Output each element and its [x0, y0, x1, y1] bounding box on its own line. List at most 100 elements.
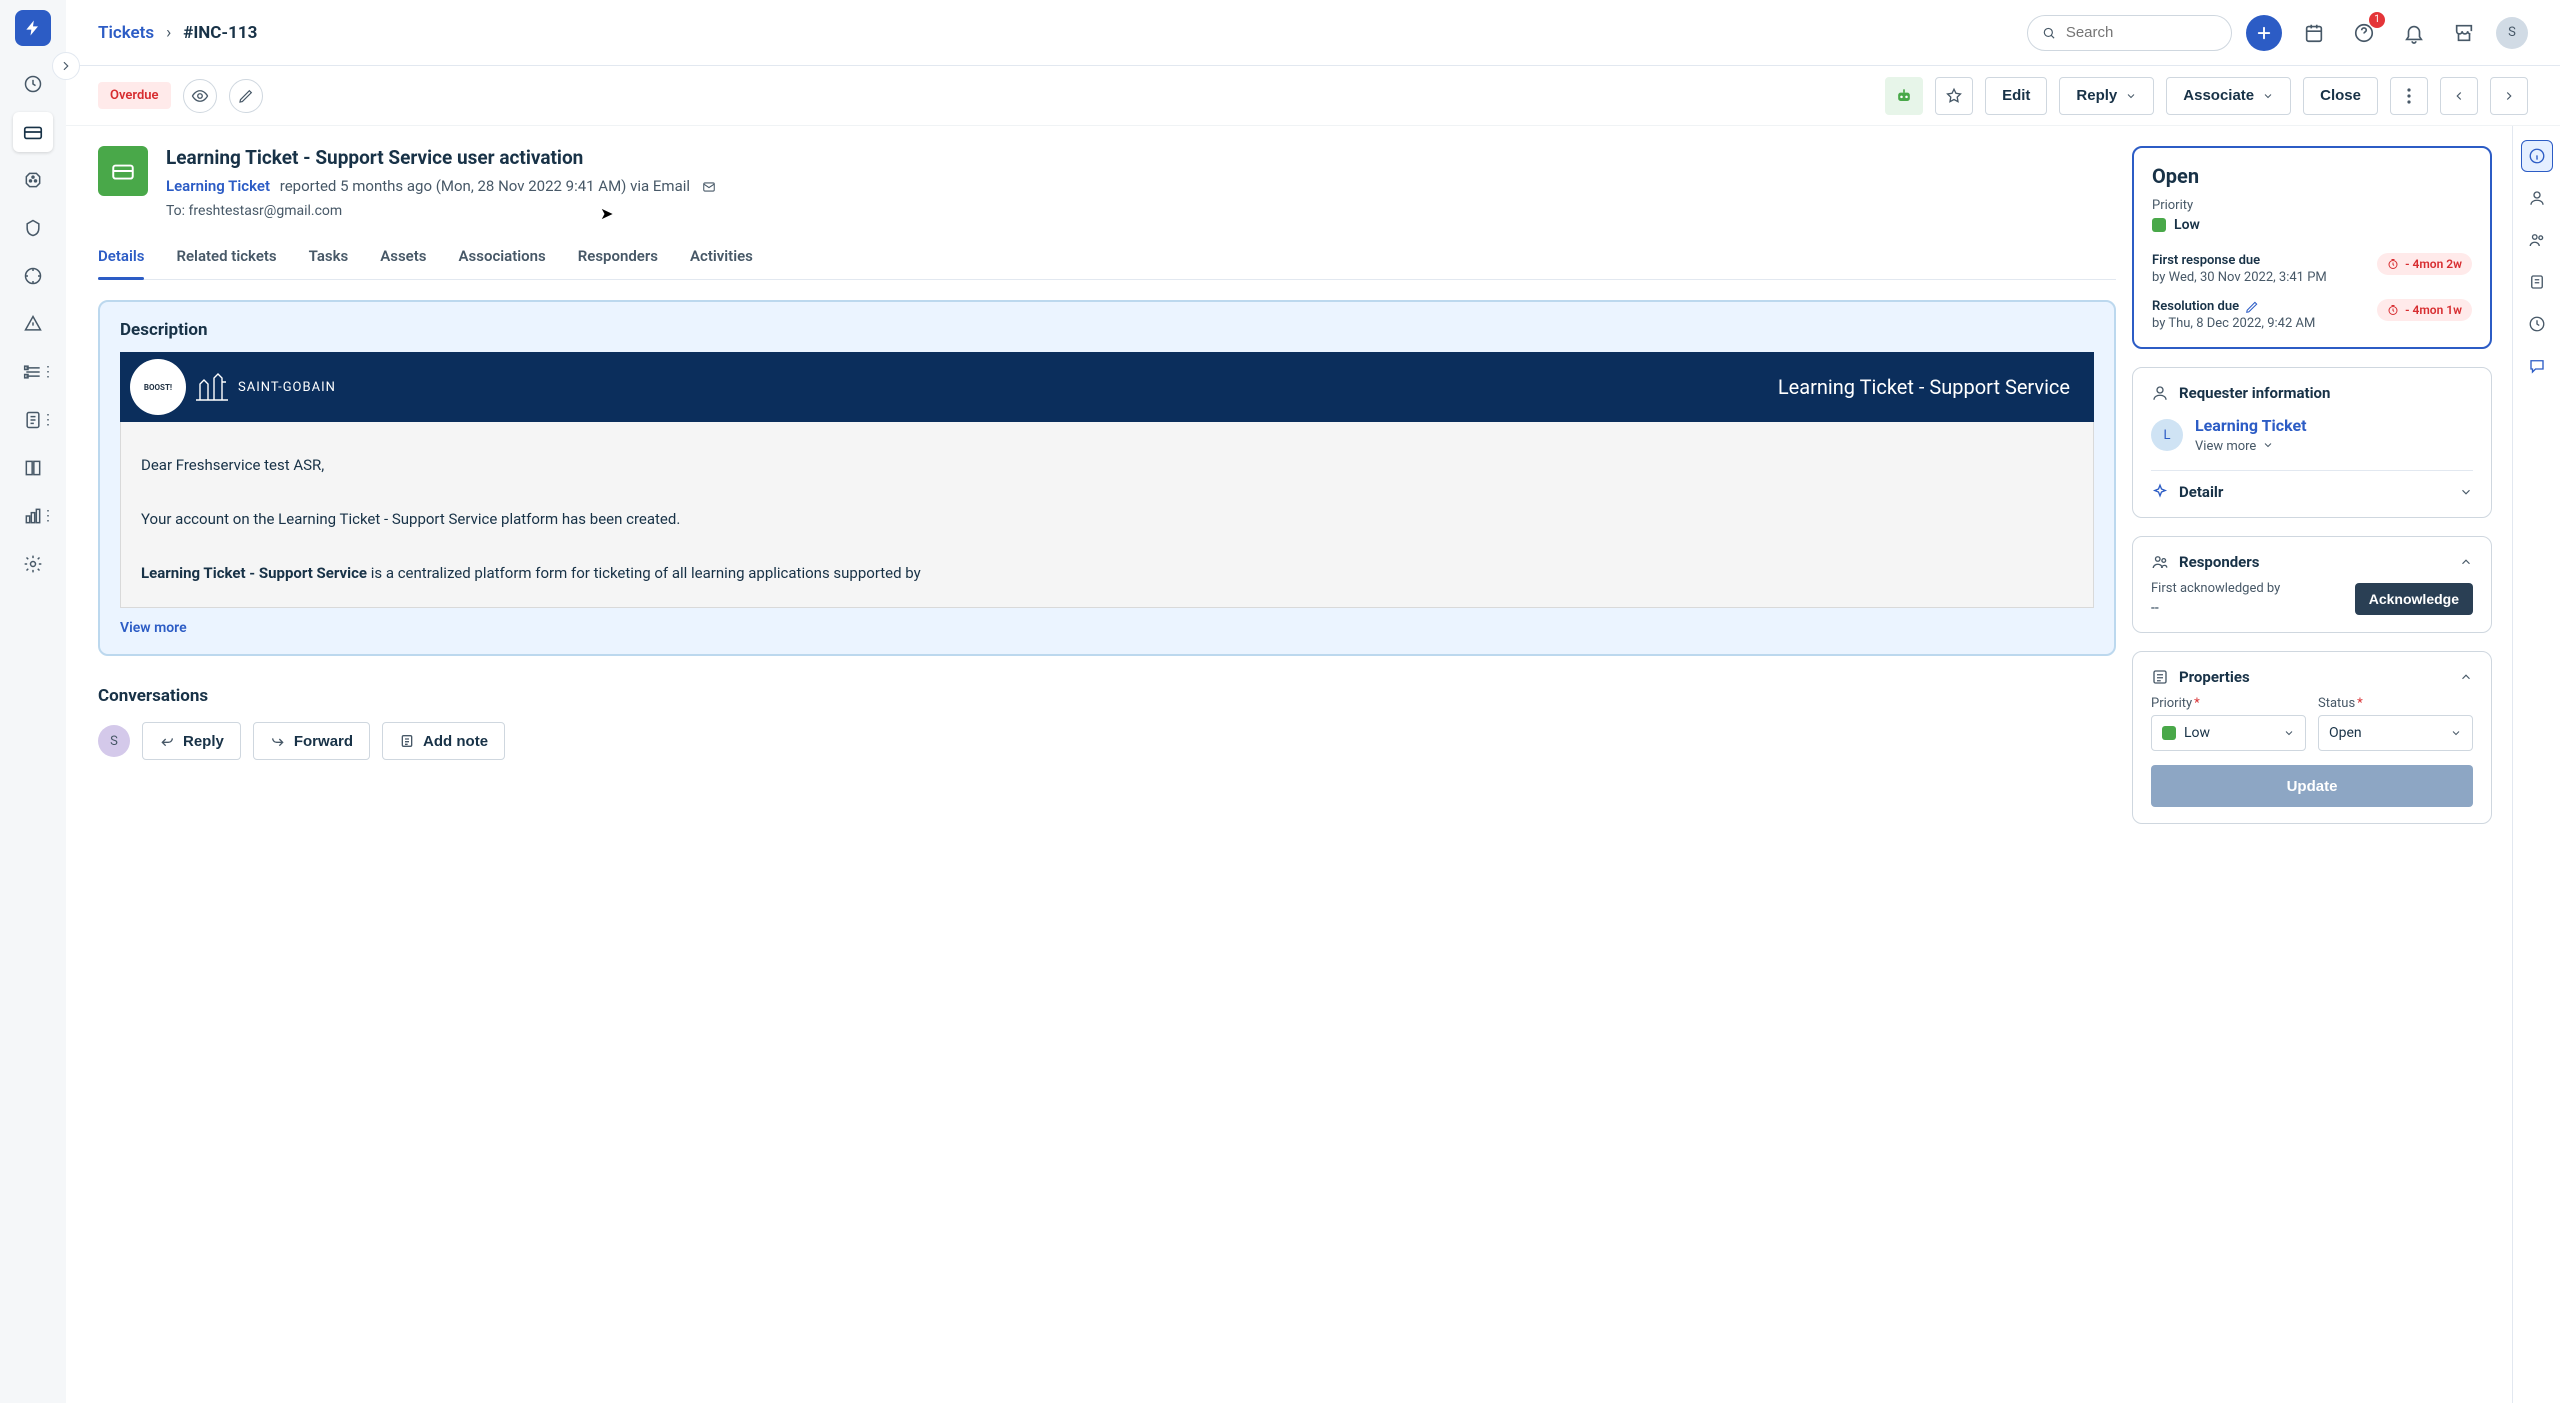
first-ack-value: -- — [2151, 600, 2280, 616]
conv-reply-button[interactable]: Reply — [142, 722, 241, 760]
watch-button[interactable] — [183, 79, 217, 113]
view-more-description[interactable]: View more — [120, 620, 187, 636]
nav-contracts[interactable]: ⋮ — [13, 400, 53, 440]
chevron-up-icon[interactable] — [2459, 670, 2473, 684]
resolution-label: Resolution due — [2152, 299, 2239, 314]
nav-problems[interactable] — [13, 160, 53, 200]
edit-icon-button[interactable] — [229, 79, 263, 113]
detail-row[interactable]: Detailr — [2151, 470, 2473, 501]
first-response-value: by Wed, 30 Nov 2022, 3:41 PM — [2152, 270, 2327, 285]
rail-contact-button[interactable] — [2521, 182, 2553, 214]
tab-responders[interactable]: Responders — [578, 239, 658, 279]
group-icon — [2151, 553, 2169, 571]
boost-logo: BOOST! — [130, 359, 186, 415]
sparkle-icon — [2151, 483, 2169, 501]
breadcrumb-root[interactable]: Tickets — [98, 23, 154, 43]
nav-admin[interactable] — [13, 544, 53, 584]
freddy-button[interactable] — [1885, 77, 1923, 115]
status-value: Open — [2152, 164, 2472, 188]
star-button[interactable] — [1935, 77, 1973, 115]
resolution-value: by Thu, 8 Dec 2022, 9:42 AM — [2152, 316, 2315, 331]
prop-status-label: Status — [2318, 696, 2355, 711]
tab-assets[interactable]: Assets — [380, 239, 426, 279]
first-ack-label: First acknowledged by — [2151, 581, 2280, 596]
nav-changes[interactable] — [13, 208, 53, 248]
user-icon — [2151, 384, 2169, 402]
search-input[interactable] — [2066, 24, 2217, 41]
nav-tickets[interactable] — [13, 112, 53, 152]
prop-priority-label: Priority — [2151, 696, 2192, 711]
help-badge: 1 — [2369, 12, 2385, 28]
email-line1: Your account on the Learning Ticket - Su… — [141, 506, 2073, 533]
top-bar: Tickets › #INC-113 1 S — [66, 0, 2560, 66]
nav-reports[interactable]: ⋮ — [13, 496, 53, 536]
search-icon — [2042, 25, 2056, 41]
properties-card: Properties Priority* Low Status* Open — [2132, 651, 2492, 824]
conversation-actions: S Reply Forward Add note — [98, 722, 2116, 760]
conv-avatar: S — [98, 725, 130, 757]
requester-link[interactable]: Learning Ticket — [166, 177, 270, 195]
close-button[interactable]: Close — [2303, 77, 2378, 115]
responders-heading: Responders — [2179, 553, 2259, 571]
banner-title: Learning Ticket - Support Service — [1778, 375, 2070, 399]
nav-alerts[interactable] — [13, 304, 53, 344]
requester-view-more[interactable]: View more — [2195, 439, 2274, 454]
tab-related-tickets[interactable]: Related tickets — [176, 239, 276, 279]
marketplace-icon[interactable] — [2446, 15, 2482, 51]
chevron-up-icon[interactable] — [2459, 555, 2473, 569]
requester-avatar: L — [2151, 419, 2183, 451]
rail-chat-button[interactable] — [2521, 350, 2553, 382]
reply-button[interactable]: Reply — [2059, 77, 2154, 115]
first-response-overdue: - 4mon 2w — [2377, 253, 2472, 275]
new-button[interactable] — [2246, 15, 2282, 51]
prev-ticket-button[interactable] — [2440, 77, 2478, 115]
breadcrumb-current: #INC-113 — [183, 23, 257, 43]
tab-associations[interactable]: Associations — [459, 239, 546, 279]
more-actions-button[interactable] — [2390, 77, 2428, 115]
rail-group-button[interactable] — [2521, 224, 2553, 256]
nav-releases[interactable] — [13, 256, 53, 296]
tab-tasks[interactable]: Tasks — [309, 239, 349, 279]
update-button[interactable]: Update — [2151, 765, 2473, 807]
chevron-right-icon: › — [166, 23, 171, 43]
main-content: Learning Ticket - Support Service user a… — [66, 126, 2132, 1403]
email-bold-lead: Learning Ticket - Support Service — [141, 564, 367, 582]
pencil-icon[interactable] — [2245, 300, 2259, 314]
conv-forward-button[interactable]: Forward — [253, 722, 370, 760]
breadcrumb: Tickets › #INC-113 — [98, 23, 257, 43]
tab-details[interactable]: Details — [98, 239, 144, 279]
edit-button[interactable]: Edit — [1985, 77, 2047, 115]
requester-info-heading: Requester information — [2179, 384, 2330, 402]
email-greeting: Dear Freshservice test ASR, — [141, 452, 2073, 479]
mail-icon — [700, 180, 718, 194]
status-select[interactable]: Open — [2318, 715, 2473, 751]
conv-add-note-button[interactable]: Add note — [382, 722, 505, 760]
help-icon[interactable]: 1 — [2346, 15, 2382, 51]
search-input-wrapper[interactable] — [2027, 15, 2232, 51]
tab-activities[interactable]: Activities — [690, 239, 753, 279]
description-card: Description BOOST! SAINT-GOBAIN Learning… — [98, 300, 2116, 656]
user-avatar[interactable]: S — [2496, 17, 2528, 49]
rail-notes-button[interactable] — [2521, 266, 2553, 298]
next-ticket-button[interactable] — [2490, 77, 2528, 115]
sg-skyline-icon — [194, 372, 230, 402]
list-icon — [2151, 668, 2169, 686]
rail-info-button[interactable] — [2521, 140, 2553, 172]
acknowledge-button[interactable]: Acknowledge — [2355, 583, 2473, 615]
detail-heading: Detailr — [2179, 483, 2223, 501]
properties-heading: Properties — [2179, 668, 2250, 686]
rail-time-button[interactable] — [2521, 308, 2553, 340]
right-sidebar: Open Priority Low First response due by … — [2132, 126, 2512, 1403]
associate-button[interactable]: Associate — [2166, 77, 2291, 115]
nav-dashboard[interactable] — [13, 64, 53, 104]
nav-assets[interactable]: ⋮ — [13, 352, 53, 392]
calendar-icon[interactable] — [2296, 15, 2332, 51]
nav-solutions[interactable] — [13, 448, 53, 488]
sidebar-expand-button[interactable] — [52, 52, 80, 80]
chevron-down-icon — [2459, 485, 2473, 499]
requester-name[interactable]: Learning Ticket — [2195, 416, 2307, 435]
notifications-icon[interactable] — [2396, 15, 2432, 51]
priority-select[interactable]: Low — [2151, 715, 2306, 751]
app-logo[interactable] — [15, 10, 51, 46]
responders-card: Responders First acknowledged by -- Ackn… — [2132, 536, 2492, 633]
